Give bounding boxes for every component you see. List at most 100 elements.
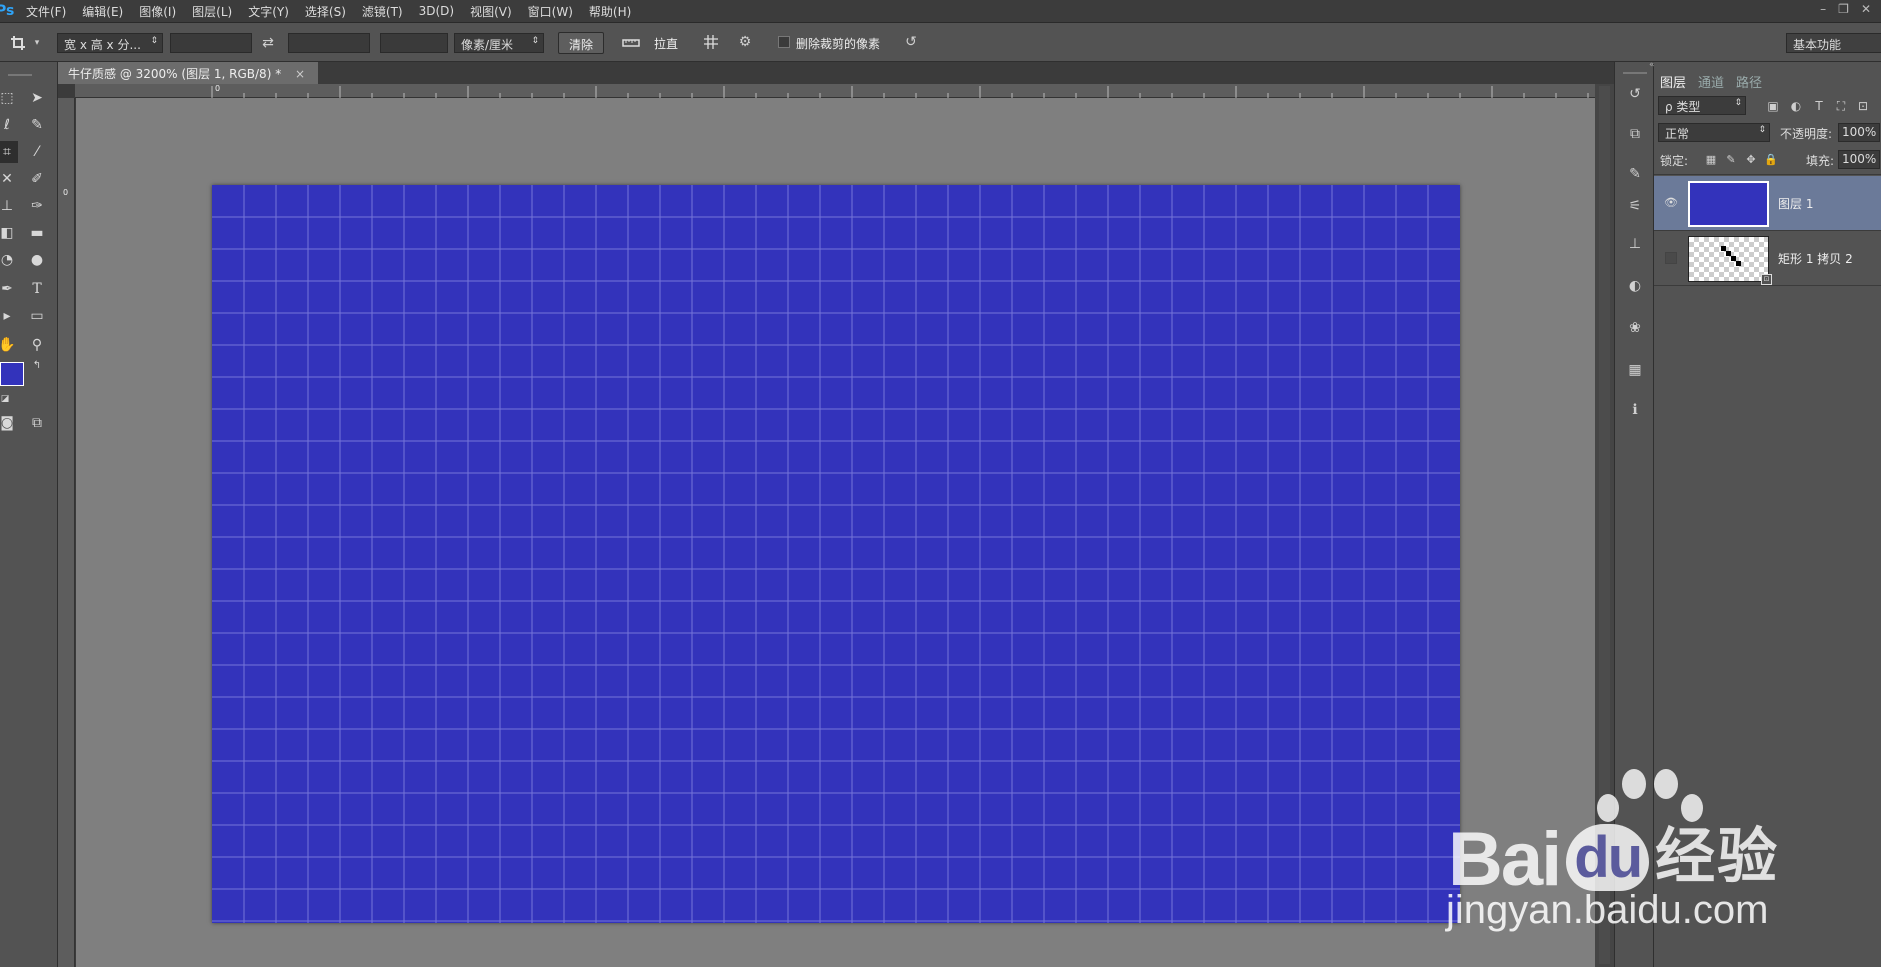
screen-mode-icon[interactable]: ⧉ xyxy=(26,412,48,434)
document-tab-close-icon[interactable]: × xyxy=(295,67,305,81)
adjustments-panel-icon[interactable]: ◐ xyxy=(1625,276,1645,296)
menu-image[interactable]: 图像(I) xyxy=(131,3,184,20)
brush-panel-icon[interactable]: ✎ xyxy=(1625,164,1645,184)
lock-transparent-icon[interactable]: ▦ xyxy=(1704,152,1718,168)
hand-tool-icon[interactable]: ✋ xyxy=(0,334,18,356)
filter-type-icon[interactable]: T xyxy=(1812,98,1826,114)
blur-tool-icon[interactable]: ◔ xyxy=(0,249,18,271)
window-controls: – ❐ ✕ xyxy=(1820,2,1871,16)
eyedropper-tool-icon[interactable]: ⁄ xyxy=(26,141,48,163)
lock-position-icon[interactable]: ✥ xyxy=(1744,152,1758,168)
healing-tool-icon[interactable]: ✕ xyxy=(0,168,18,190)
layer-row-2[interactable]: ⊡ 矩形 1 拷贝 2 xyxy=(1654,231,1881,286)
rectangle-tool-icon[interactable]: ▭ xyxy=(26,305,48,327)
layer-name[interactable]: 图层 1 xyxy=(1778,195,1813,212)
layer-name[interactable]: 矩形 1 拷贝 2 xyxy=(1778,250,1853,267)
height-input[interactable] xyxy=(288,33,370,53)
eraser-tool-icon[interactable]: ◧ xyxy=(0,222,18,244)
menu-layer[interactable]: 图层(L) xyxy=(184,3,240,20)
menu-window[interactable]: 窗口(W) xyxy=(520,3,581,20)
swatches-panel-icon[interactable]: ❀ xyxy=(1625,318,1645,338)
menu-3d[interactable]: 3D(D) xyxy=(411,4,462,18)
overlay-grid-icon[interactable] xyxy=(702,34,720,54)
filter-shape-icon[interactable]: ⛶ xyxy=(1834,98,1848,114)
select-arrows-icon: ⇕ xyxy=(531,36,539,46)
unit-select[interactable]: 像素/厘米 ⇕ xyxy=(454,33,544,53)
filter-row: ρ 类型 ⇕ ▣ ◐ T ⛶ ⊡ xyxy=(1654,93,1881,119)
opacity-input[interactable]: 100% xyxy=(1838,123,1880,142)
filter-kind-select[interactable]: ρ 类型 ⇕ xyxy=(1658,96,1746,115)
tool-presets-panel-icon[interactable]: ⊥ xyxy=(1625,234,1645,254)
width-input[interactable] xyxy=(170,33,252,53)
toolbox-grip[interactable] xyxy=(8,74,32,76)
pen-tool-icon[interactable]: ✒ xyxy=(0,278,18,300)
lock-image-icon[interactable]: ✎ xyxy=(1724,152,1738,168)
swap-colors-icon[interactable]: ↰ xyxy=(26,355,48,377)
history-panel-icon[interactable]: ↺ xyxy=(1625,84,1645,104)
filter-pixel-icon[interactable]: ▣ xyxy=(1766,98,1780,114)
resolution-input[interactable] xyxy=(380,33,448,53)
vertical-ruler[interactable]: 0 xyxy=(58,98,75,967)
history-brush-tool-icon[interactable]: ✑ xyxy=(26,195,48,217)
gradient-tool-icon[interactable]: ▬ xyxy=(26,222,48,244)
move-tool-icon[interactable]: ➤ xyxy=(26,87,48,109)
menu-type[interactable]: 文字(Y) xyxy=(240,3,297,20)
path-select-tool-icon[interactable]: ▸ xyxy=(0,305,18,327)
strip-grip[interactable] xyxy=(1623,72,1647,74)
blend-mode-select[interactable]: 正常 ⇕ xyxy=(1658,123,1770,142)
close-button[interactable]: ✕ xyxy=(1861,2,1871,16)
brush-presets-panel-icon[interactable]: ⚟ xyxy=(1625,196,1645,216)
workspace-select[interactable]: 基本功能 xyxy=(1786,33,1881,53)
minimize-button[interactable]: – xyxy=(1820,2,1826,16)
layer-thumbnail: ⊡ xyxy=(1688,236,1772,285)
eye-icon[interactable]: 👁 xyxy=(1664,196,1678,210)
menu-edit[interactable]: 编辑(E) xyxy=(74,3,131,20)
blend-mode-value: 正常 xyxy=(1665,127,1690,141)
tab-channels[interactable]: 通道 xyxy=(1692,70,1730,91)
select-arrows-icon: ⇕ xyxy=(1734,98,1742,108)
crop-tool-icon[interactable]: ⌗ xyxy=(0,141,18,163)
tab-paths[interactable]: 路径 xyxy=(1730,70,1768,91)
dodge-tool-icon[interactable]: ● xyxy=(26,249,48,271)
stamp-tool-icon[interactable]: ⊥ xyxy=(0,195,18,217)
fill-label: 填充: xyxy=(1806,154,1835,168)
menu-filter[interactable]: 滤镜(T) xyxy=(354,3,411,20)
type-tool-icon[interactable]: T xyxy=(26,278,48,300)
marquee-tool-icon[interactable]: ⬚ xyxy=(0,87,18,109)
menu-select[interactable]: 选择(S) xyxy=(297,3,354,20)
straighten-label[interactable]: 拉直 xyxy=(654,35,678,52)
foreground-color-swatch[interactable] xyxy=(0,362,24,386)
restore-button[interactable]: ❐ xyxy=(1838,2,1849,16)
tab-layers[interactable]: 图层 xyxy=(1654,70,1693,91)
quick-mask-icon[interactable]: ◙ xyxy=(0,412,18,434)
swap-icon[interactable]: ⇄ xyxy=(260,35,276,51)
delete-cropped-checkbox[interactable] xyxy=(778,36,790,48)
quick-select-tool-icon[interactable]: ✎ xyxy=(26,114,48,136)
reset-icon[interactable]: ↺ xyxy=(902,34,920,50)
menu-view[interactable]: 视图(V) xyxy=(462,3,520,20)
horizontal-ruler[interactable]: 0 xyxy=(75,84,1595,98)
lock-all-icon[interactable]: 🔒 xyxy=(1764,152,1778,168)
clear-button[interactable]: 清除 xyxy=(558,32,605,54)
settings-gear-icon[interactable]: ⚙ xyxy=(736,34,754,50)
zoom-tool-icon[interactable]: ⚲ xyxy=(26,334,48,356)
default-colors-icon[interactable]: ◪ xyxy=(0,388,16,410)
filter-adjustment-icon[interactable]: ◐ xyxy=(1789,98,1803,114)
lasso-tool-icon[interactable]: ℓ xyxy=(0,114,18,136)
tool-preset-chevron-icon[interactable]: ▾ xyxy=(32,35,42,51)
brush-tool-icon[interactable]: ✐ xyxy=(26,168,48,190)
ratio-select[interactable]: 宽 x 高 x 分... ⇕ xyxy=(57,33,163,53)
fill-input[interactable]: 100% xyxy=(1838,150,1880,169)
canvas[interactable] xyxy=(212,185,1460,923)
clone-source-panel-icon[interactable]: ⧉ xyxy=(1625,124,1645,144)
menu-file[interactable]: 文件(F) xyxy=(18,3,74,20)
visibility-toggle-empty[interactable] xyxy=(1665,252,1677,264)
info-panel-icon[interactable]: ℹ xyxy=(1625,400,1645,420)
straighten-icon[interactable] xyxy=(622,35,640,53)
styles-panel-icon[interactable]: ▦ xyxy=(1625,360,1645,380)
document-tab[interactable]: 牛仔质感 @ 3200% (图层 1, RGB/8) * × xyxy=(58,62,318,84)
layer-row-1[interactable]: 👁 图层 1 xyxy=(1654,176,1881,231)
menu-help[interactable]: 帮助(H) xyxy=(581,3,639,20)
crop-icon[interactable] xyxy=(10,35,26,51)
filter-smart-object-icon[interactable]: ⊡ xyxy=(1856,98,1870,114)
